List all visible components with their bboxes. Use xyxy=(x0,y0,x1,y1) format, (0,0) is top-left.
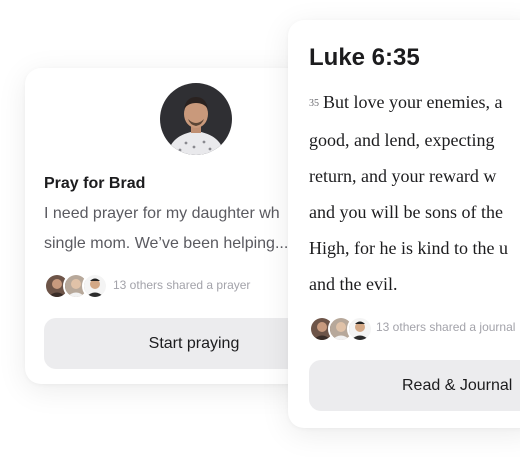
prayer-card: Pray for Brad I need prayer for my daugh… xyxy=(25,68,315,384)
verse-line: return, and your reward w xyxy=(309,166,497,186)
prayer-body-line: single mom. We’ve been helping... xyxy=(44,235,289,252)
verse-line: good, and lend, expecting xyxy=(309,130,495,150)
verse-number: 35 xyxy=(309,98,319,109)
read-journal-button[interactable]: Read & Journal xyxy=(309,360,520,411)
verse-line: High, for he is kind to the u xyxy=(309,238,508,258)
verse-line: and you will be sons of the xyxy=(309,202,503,222)
prayer-body: I need prayer for my daughter wh single … xyxy=(44,199,315,259)
avatar xyxy=(82,273,108,299)
shared-avatars xyxy=(309,316,373,342)
verse-line: and the evil. xyxy=(309,274,398,294)
shared-count-text: 13 others shared a journal xyxy=(376,320,516,334)
shared-count-text: 13 others shared a prayer xyxy=(113,278,251,292)
shared-avatars xyxy=(44,273,108,299)
start-praying-button[interactable]: Start praying xyxy=(44,318,315,369)
verse-line: 35 But love your enemies, a xyxy=(309,84,520,122)
verse-card: Luke 6:35 35 But love your enemies, a goo… xyxy=(288,20,520,428)
verse-line-text: But love your enemies, a xyxy=(323,92,503,112)
prayer-body-line: I need prayer for my daughter wh xyxy=(44,205,280,222)
avatar xyxy=(347,316,373,342)
avatar xyxy=(160,83,232,155)
verse-reference-title: Luke 6:35 xyxy=(309,44,420,71)
prayer-title: Pray for Brad xyxy=(44,175,146,192)
stage: Pray for Brad I need prayer for my daugh… xyxy=(0,0,520,457)
verse-text: 35 But love your enemies, a good, and len… xyxy=(309,84,520,302)
